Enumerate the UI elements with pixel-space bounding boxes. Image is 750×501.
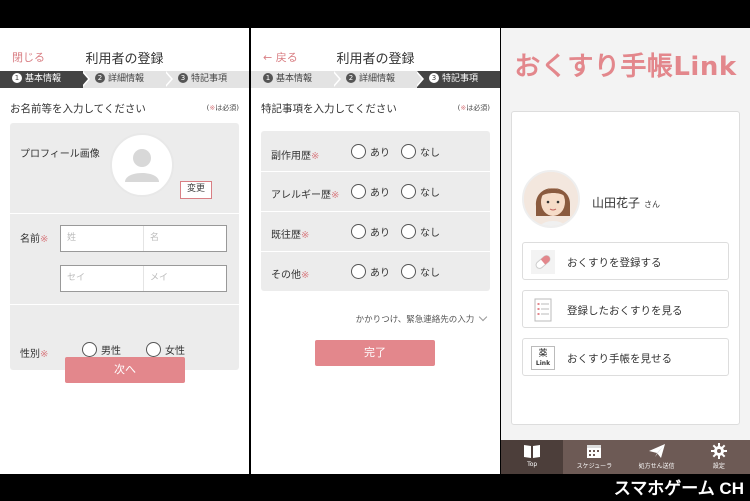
side-effect-no-radio[interactable]: なし (401, 144, 440, 159)
page-title: 利用者の登録 (85, 52, 164, 67)
woman-avatar-icon (524, 172, 578, 226)
section-heading: 特記事項を入力してください (※は必須) (261, 103, 490, 115)
first-name-field[interactable]: 名 (144, 226, 226, 251)
page-title: 利用者の登録 (336, 52, 415, 67)
other-yes-radio[interactable]: あり (351, 264, 390, 279)
history-yes-radio[interactable]: あり (351, 224, 390, 239)
step-3: 3 特記事項 (417, 71, 500, 88)
calendar-icon (587, 445, 602, 458)
profile-avatar[interactable] (110, 133, 174, 197)
pill-icon (531, 250, 555, 274)
required-note: (※は必須) (457, 104, 490, 112)
app-logo: おくすり手帳Link (514, 52, 737, 82)
book-icon (524, 445, 541, 458)
step-2: 2 詳細情報 (334, 70, 424, 88)
last-name-field[interactable]: 姓 (61, 226, 144, 251)
history-no-radio[interactable]: なし (401, 224, 440, 239)
gear-icon (710, 443, 727, 459)
registration-notes-screen: ← 戻る 利用者の登録 1 基本情報 2 詳細情報 3 特記事項 特記事項を入力してく… (251, 28, 500, 474)
side-effect-yes-radio[interactable]: あり (351, 144, 390, 159)
home-card: 山田花子 さん おくすりを登録する 登録したおくすりを見る 薬 Link おくす… (511, 111, 740, 425)
step-1: 1 基本情報 (0, 70, 90, 88)
step-1: 1 基本情報 (251, 70, 341, 88)
tab-scheduler[interactable]: スケジューラ (563, 440, 625, 474)
notes-row-label: 副作用歴※ (271, 151, 320, 162)
tab-bar: Top スケジューラ 処方せん送信 設定 (501, 440, 750, 474)
nav-bar: ← 戻る 利用者の登録 (251, 28, 500, 68)
allergy-no-radio[interactable]: なし (401, 184, 440, 199)
required-note: (※は必須) (206, 104, 239, 112)
nav-bar: 閉じる 利用者の登録 (0, 28, 249, 68)
tab-prescription-send[interactable]: 処方せん送信 (626, 440, 688, 474)
notes-row-label: 既往歴※ (271, 230, 310, 241)
home-screen: おくすり手帳Link 山田花子 さん おくすりを登録する 登録したおくすりを見る… (501, 28, 750, 474)
gender-male-radio[interactable]: 男性 (82, 342, 121, 357)
notes-row-label: その他※ (271, 270, 310, 281)
step-3: 3 特記事項 (166, 71, 249, 88)
gender-label: 性別※ (20, 349, 49, 360)
profile-image-label: プロフィール画像 (20, 149, 100, 160)
user-name: 山田花子 さん (592, 196, 661, 210)
tab-top[interactable]: Top (501, 440, 564, 474)
step-indicator: 1 基本情報 2 詳細情報 3 特記事項 (0, 70, 249, 88)
name-label: 名前※ (20, 234, 49, 245)
notebook-link-icon: 薬 Link (531, 346, 555, 370)
done-button[interactable]: 完了 (315, 340, 435, 366)
chevron-down-icon (478, 312, 488, 322)
expand-contacts-link[interactable]: かかりつけ、緊急連絡先の入力 (356, 312, 488, 325)
kana-input[interactable]: セイ メイ (60, 265, 227, 292)
next-button[interactable]: 次へ (65, 357, 185, 383)
notes-form: 副作用歴※ あり なし アレルギー歴※ あり なし 既往歴※ あり なし その他… (261, 131, 490, 291)
watermark: スマホゲーム CH (613, 479, 744, 498)
person-icon (125, 149, 159, 182)
notes-row-label: アレルギー歴※ (271, 190, 340, 201)
list-icon (534, 298, 552, 322)
other-no-radio[interactable]: なし (401, 264, 440, 279)
basic-info-form: プロフィール画像 変更 名前※ 姓 名 セイ メイ 性別※ 男性 女性 (10, 123, 239, 370)
send-icon (648, 444, 665, 458)
change-image-button[interactable]: 変更 (180, 181, 212, 199)
step-2: 2 詳細情報 (83, 70, 173, 88)
name-input[interactable]: 姓 名 (60, 225, 227, 252)
section-heading: お名前等を入力してください (※は必須) (10, 103, 239, 115)
step-indicator: 1 基本情報 2 詳細情報 3 特記事項 (251, 70, 500, 88)
show-notebook-button[interactable]: 薬 Link おくすり手帳を見せる (522, 338, 729, 376)
gender-female-radio[interactable]: 女性 (146, 342, 185, 357)
tab-settings[interactable]: 設定 (688, 440, 750, 474)
registration-basic-screen: 閉じる 利用者の登録 1 基本情報 2 詳細情報 3 特記事項 お名前等を入力してくだ… (0, 28, 249, 474)
allergy-yes-radio[interactable]: あり (351, 184, 390, 199)
register-medicine-button[interactable]: おくすりを登録する (522, 242, 729, 280)
last-kana-field[interactable]: セイ (61, 266, 144, 291)
view-medicines-button[interactable]: 登録したおくすりを見る (522, 290, 729, 328)
first-kana-field[interactable]: メイ (144, 266, 226, 291)
user-avatar[interactable] (522, 170, 580, 228)
